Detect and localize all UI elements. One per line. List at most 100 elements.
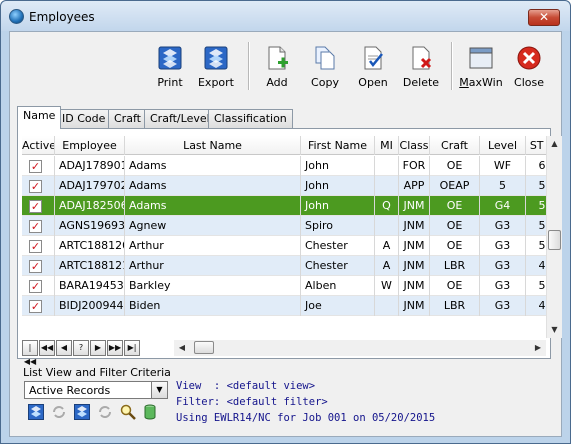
active-cell: ✓ [22,216,55,236]
filter-icon[interactable] [74,404,90,420]
first-cell: Alben [301,276,375,296]
toolbar-separator [451,42,452,90]
horizontal-scroll-thumb[interactable] [194,341,214,354]
print-label: Print [157,76,183,89]
delete-button[interactable]: Delete [397,36,445,94]
open-label: Open [358,76,388,89]
refresh-view-icon[interactable] [51,404,67,420]
active-checkbox[interactable]: ✓ [29,220,42,233]
st-cell: 59 [526,236,547,256]
last-cell: Agnew [125,216,301,236]
table-row[interactable]: ✓ ADAJ179702AdamsJohn APPOEAP551 [22,176,546,196]
active-checkbox[interactable]: ✓ [29,180,42,193]
tab-craft-level[interactable]: Craft/Level [144,109,216,129]
delete-label: Delete [402,76,440,89]
next-page-button[interactable]: ▶▶ [107,340,123,356]
craft-cell: LBR [430,256,480,276]
level-cell: G3 [480,296,526,316]
copy-button[interactable]: Copy [301,36,349,94]
table-row[interactable]: ✓ ADAJ182506AdamsJohnQJNMOEG458 [22,196,546,216]
tab-name[interactable]: Name [17,106,62,129]
table-row[interactable]: ✓ ARTC188120ArthurChesterAJNMOEG359 [22,236,546,256]
last-cell: Biden [125,296,301,316]
print-button[interactable]: Print [146,36,194,94]
copy-icon [315,46,335,70]
first-cell: Joe [301,296,375,316]
last-cell: Adams [125,156,301,176]
filter-line: Filter: <default filter> [176,396,328,408]
employee-cell: ARTC188121 [55,256,125,276]
active-checkbox[interactable]: ✓ [29,200,42,213]
export-button[interactable]: Export [192,36,240,94]
column-header[interactable]: Class [399,136,430,155]
find-record-button[interactable]: ? [73,340,89,356]
class-cell: JNM [399,256,430,276]
class-cell: JNM [399,216,430,236]
table-row[interactable]: ✓ ARTC188121ArthurChesterAJNMLBRG344 [22,256,546,276]
column-header[interactable]: Active [22,136,55,155]
active-checkbox[interactable]: ✓ [29,260,42,273]
class-cell: JNM [399,296,430,316]
open-button[interactable]: Open [349,36,397,94]
active-checkbox[interactable]: ✓ [29,160,42,173]
active-cell: ✓ [22,196,55,216]
maxwin-label: MaxWin [459,76,503,89]
scroll-up-icon[interactable]: ▲ [547,136,562,152]
refresh-filter-icon[interactable] [97,404,113,420]
tab-craft[interactable]: Craft [108,109,147,129]
chevron-down-icon[interactable]: ▼ [151,382,167,398]
window-close-button[interactable]: ✕ [528,9,560,26]
copy-label: Copy [311,76,339,89]
last-cell: Adams [125,176,301,196]
tab-classification[interactable]: Classification [208,109,293,129]
class-cell: JNM [399,196,430,216]
level-cell: WF [480,156,526,176]
prev-record-button[interactable]: ◀ [56,340,72,356]
table-row[interactable]: ✓ ADAJ178901AdamsJohn FOROEWF61 [22,156,546,176]
table-row[interactable]: ✓ BIDJ200944BidenJoe JNMLBRG344 [22,296,546,316]
view-icon[interactable] [28,404,44,420]
st-cell: 44 [526,296,547,316]
first-record-button[interactable]: |◀◀ [22,340,38,366]
table-row[interactable]: ✓ BARA194533BarkleyAlbenWJNMOEG359 [22,276,546,296]
level-cell: G3 [480,236,526,256]
active-checkbox[interactable]: ✓ [29,280,42,293]
scroll-right-icon[interactable]: ▶ [530,340,546,356]
mi-cell [375,156,399,176]
close-button[interactable]: Close [505,36,553,94]
mi-cell [375,216,399,236]
last-cell: Barkley [125,276,301,296]
maxwin-icon [469,47,493,69]
scroll-down-icon[interactable]: ▼ [547,322,562,338]
active-checkbox[interactable]: ✓ [29,240,42,253]
column-header[interactable]: ST Ra [526,136,546,155]
maxwin-button[interactable]: MaxWin [457,36,505,94]
scroll-left-icon[interactable]: ◀ [174,340,190,356]
column-header[interactable]: Level [480,136,526,155]
column-header[interactable]: Last Name [125,136,301,155]
column-header[interactable]: Craft [430,136,480,155]
employees-grid[interactable]: Active Employee Last Name First Name MI Class… [22,136,546,338]
next-record-button[interactable]: ▶ [90,340,106,356]
tab-id-code[interactable]: ID Code [56,109,112,129]
add-button[interactable]: Add [253,36,301,94]
prev-page-button[interactable]: ◀◀ [39,340,55,356]
horizontal-scrollbar[interactable]: ◀ ▶ [174,340,546,356]
record-filter-dropdown[interactable]: Active Records ▼ [24,381,168,399]
column-header[interactable]: Employee [55,136,125,155]
export-icon [204,46,228,70]
table-row[interactable]: ✓ AGNS196937AgnewSpiro JNMOEG359 [22,216,546,236]
add-icon [268,46,288,70]
vertical-scrollbar[interactable]: ▲ ▼ [546,136,562,338]
search-icon[interactable] [120,404,136,420]
column-header[interactable]: MI [375,136,399,155]
st-cell: 44 [526,256,547,276]
title-bar[interactable]: Employees ✕ [1,1,570,31]
client-area: Print Export Add Copy Open Delete MaxWin… [9,31,562,437]
vertical-scroll-thumb[interactable] [548,230,561,250]
employee-cell: BARA194533 [55,276,125,296]
database-icon[interactable] [142,404,158,420]
active-checkbox[interactable]: ✓ [29,300,42,313]
column-header[interactable]: First Name [301,136,375,155]
last-record-button[interactable]: ▶| [124,340,140,356]
